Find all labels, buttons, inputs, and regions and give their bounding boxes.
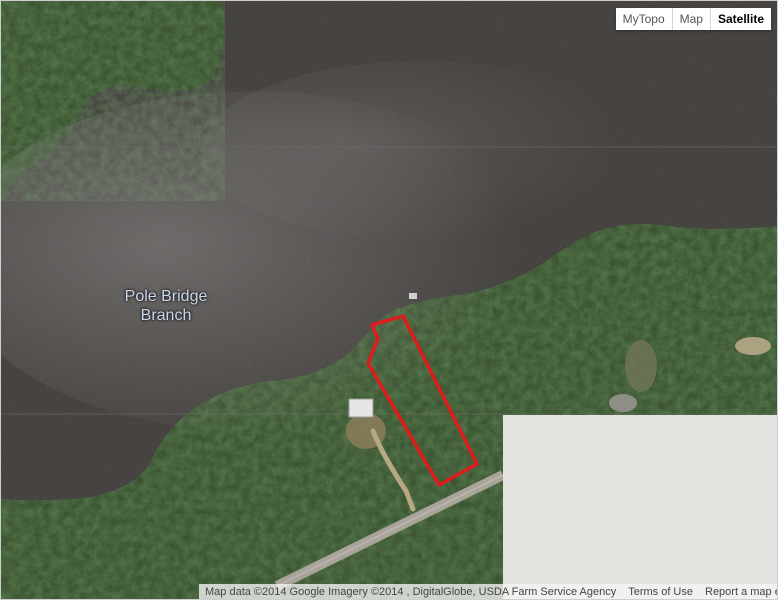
place-label-pole-bridge-branch: Pole Bridge Branch: [111, 287, 221, 325]
map-canvas[interactable]: Pole Bridge Branch MyTopo Map Satellite …: [0, 0, 778, 600]
map-type-mytopo-button[interactable]: MyTopo: [615, 8, 672, 30]
place-label-line: Pole Bridge: [124, 288, 208, 305]
clearing: [735, 337, 771, 355]
terms-of-use-link[interactable]: Terms of Use: [622, 586, 699, 598]
clearing: [625, 340, 657, 392]
dock: [409, 293, 417, 299]
house: [348, 398, 374, 418]
unloaded-map-tile: [503, 415, 777, 599]
clearing: [609, 394, 637, 412]
map-attribution: Map data ©2014 Google Imagery ©2014 , Di…: [205, 585, 617, 598]
place-label-line: Branch: [140, 307, 192, 324]
map-type-satellite-button[interactable]: Satellite: [709, 8, 771, 30]
report-map-error-link[interactable]: Report a map error: [699, 586, 777, 598]
map-type-map-button[interactable]: Map: [671, 8, 710, 30]
map-footer: Map data ©2014 Google Imagery ©2014 , Di…: [199, 584, 777, 599]
map-type-control: MyTopo Map Satellite: [615, 8, 771, 30]
